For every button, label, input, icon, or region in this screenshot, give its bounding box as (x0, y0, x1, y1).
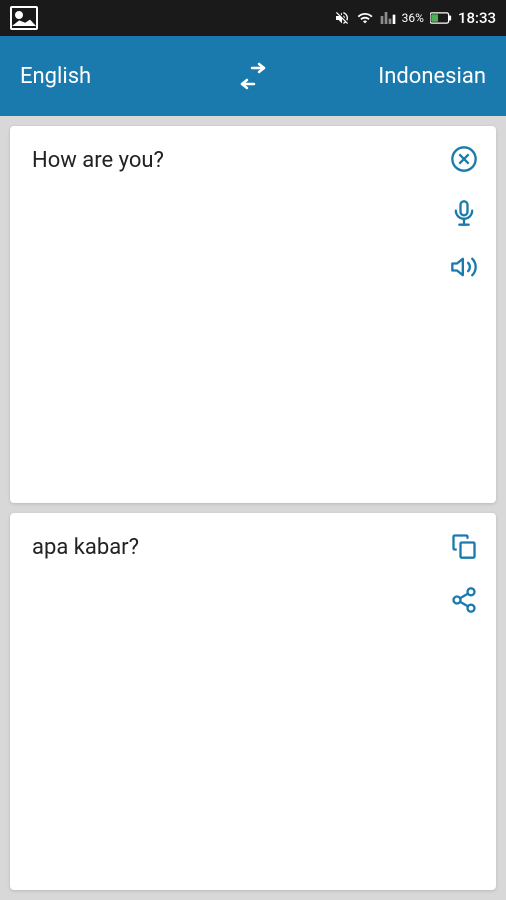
status-bar-left (10, 6, 38, 30)
source-language-label[interactable]: English (20, 64, 140, 89)
clear-button[interactable] (446, 141, 482, 177)
source-card-actions (446, 141, 482, 285)
battery-indicator: 36% (402, 11, 424, 25)
wifi-icon (356, 10, 374, 26)
swap-icon (234, 62, 272, 90)
status-time: 18:33 (458, 9, 496, 27)
main-content: How are you? (0, 116, 506, 900)
share-icon (450, 586, 478, 614)
target-card: apa kabar? (10, 513, 496, 890)
signal-icon (380, 10, 396, 26)
copy-icon (450, 532, 478, 560)
source-text[interactable]: How are you? (10, 126, 496, 503)
mute-icon (334, 10, 350, 26)
microphone-icon (450, 199, 478, 227)
share-button[interactable] (446, 582, 482, 618)
source-card: How are you? (10, 126, 496, 503)
status-bar-right: 36% 18:33 (334, 9, 496, 27)
gallery-icon (10, 6, 38, 30)
microphone-button[interactable] (446, 195, 482, 231)
battery-icon (430, 11, 452, 25)
status-bar: 36% 18:33 (0, 0, 506, 36)
target-language-label[interactable]: Indonesian (366, 64, 486, 89)
target-text: apa kabar? (10, 513, 496, 890)
toolbar: English Indonesian (0, 36, 506, 116)
speaker-icon (450, 253, 478, 281)
swap-languages-button[interactable] (234, 62, 272, 90)
speaker-button[interactable] (446, 249, 482, 285)
target-card-actions (446, 528, 482, 618)
copy-button[interactable] (446, 528, 482, 564)
close-circle-icon (450, 145, 478, 173)
